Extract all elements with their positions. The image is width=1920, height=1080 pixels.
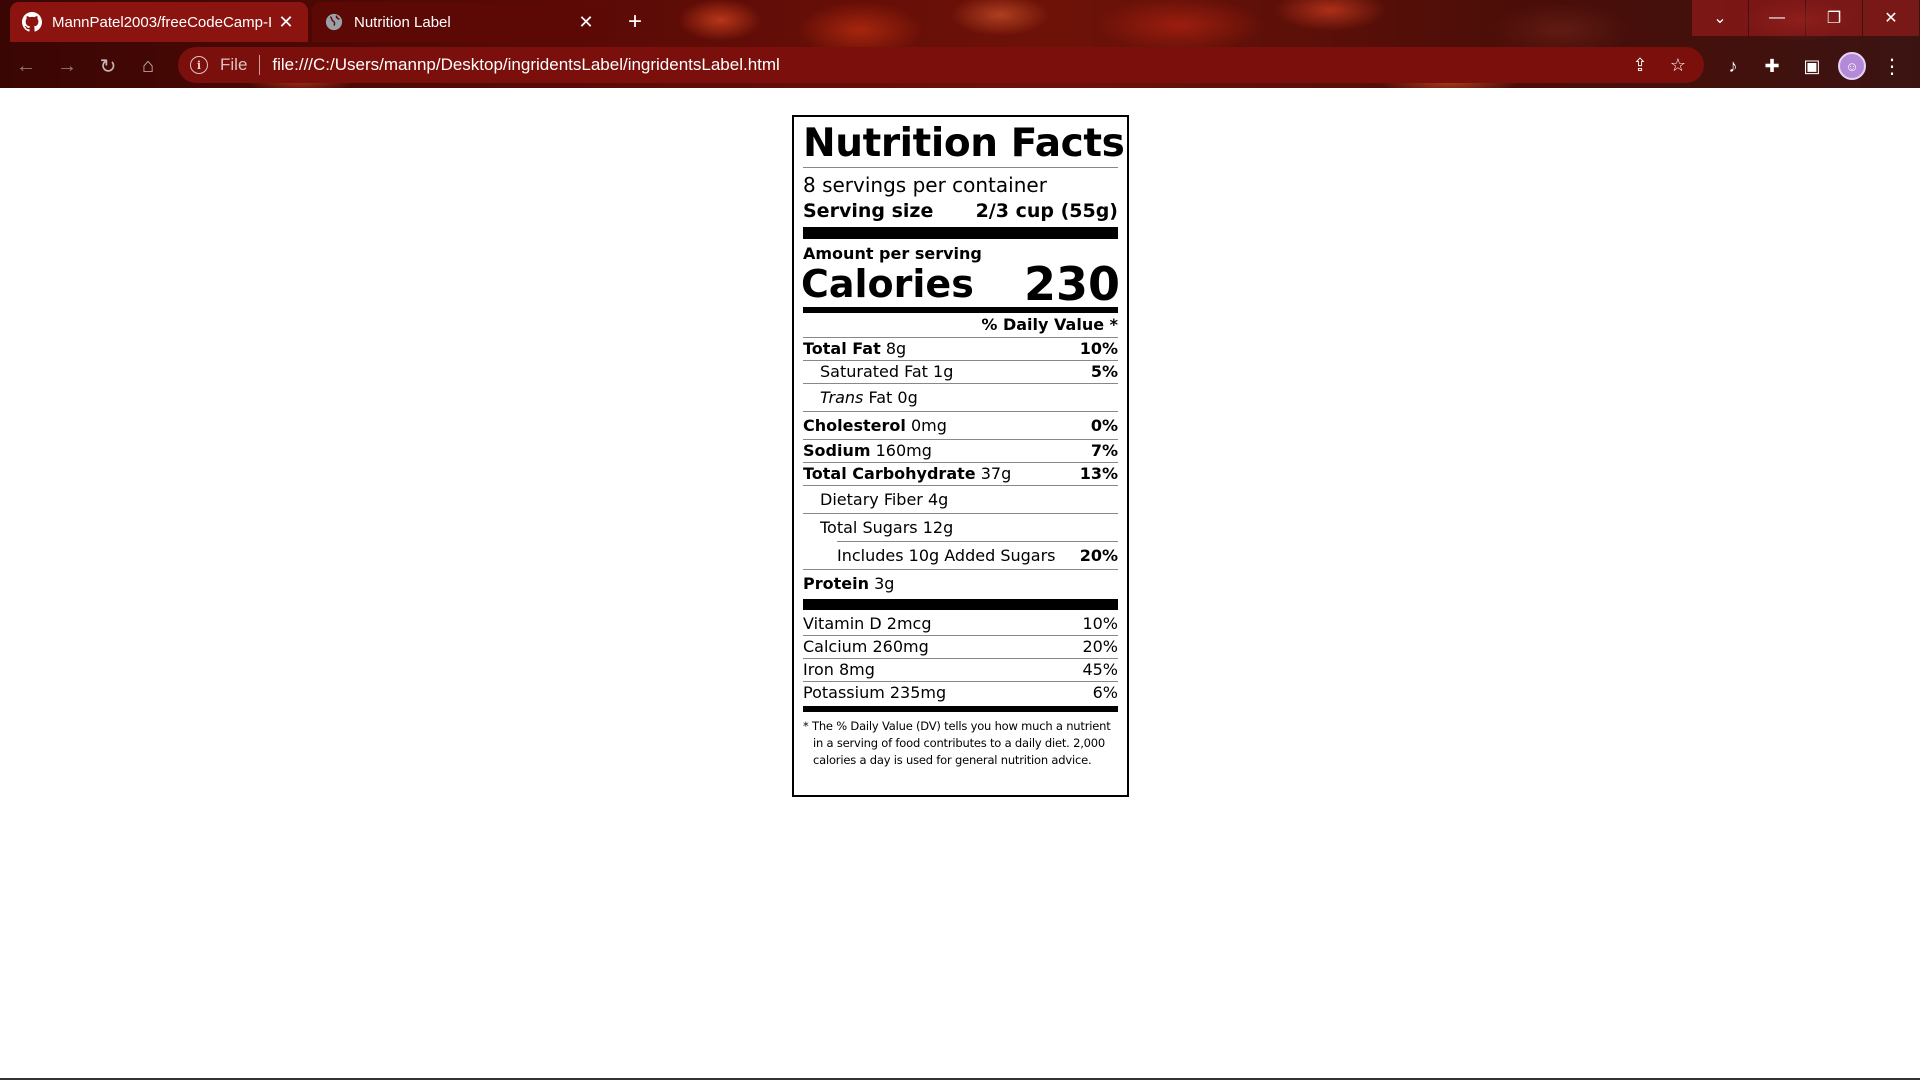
- new-tab-button[interactable]: +: [621, 8, 649, 36]
- nutrient-name: Trans: [820, 388, 864, 407]
- nutrient-name: Sodium: [803, 441, 871, 460]
- tab-nutrition-label[interactable]: Nutrition Label ✕: [312, 2, 608, 42]
- back-arrow-icon[interactable]: ←: [10, 50, 42, 82]
- vitamin-name: Iron 8mg: [803, 660, 875, 679]
- serving-size-value: 2/3 cup (55g): [975, 200, 1118, 222]
- nutrient-amount: 8g: [885, 339, 907, 358]
- divider: [803, 167, 1118, 168]
- nutrient-dv: 13%: [1079, 464, 1118, 483]
- address-bar[interactable]: i File file:///C:/Users/mannp/Desktop/in…: [178, 47, 1704, 83]
- bookmark-star-icon[interactable]: ☆: [1664, 51, 1692, 79]
- nutrient-row-trans-fat: Trans Fat 0g: [803, 384, 1118, 411]
- vitamin-dv: 6%: [1092, 683, 1118, 702]
- kebab-menu-icon[interactable]: ⋮: [1876, 50, 1908, 82]
- address-scheme-label: File: [220, 55, 248, 74]
- nutrition-label: Nutrition Facts 8 servings per container…: [792, 115, 1129, 797]
- browser-chrome: MannPatel2003/freeCodeCamp-I ✕ Nutrition…: [0, 0, 1920, 88]
- calories-label: Calories: [801, 262, 974, 306]
- vitamin-row-potassium: Potassium 235mg 6%: [803, 682, 1118, 704]
- nutrient-amount: 4g: [927, 490, 949, 509]
- tab-strip: MannPatel2003/freeCodeCamp-I ✕ Nutrition…: [0, 0, 1920, 42]
- info-icon[interactable]: i: [190, 56, 208, 74]
- side-panel-icon[interactable]: ▣: [1796, 50, 1828, 82]
- vitamin-name: Potassium 235mg: [803, 683, 947, 702]
- nutrient-dv: 10%: [1079, 339, 1118, 358]
- restore-icon[interactable]: ❐: [1806, 0, 1862, 36]
- globe-icon: [324, 12, 344, 32]
- tab-search-icon[interactable]: ⌄: [1692, 0, 1748, 36]
- vitamin-dv: 45%: [1082, 660, 1118, 679]
- nutrient-name: Total Fat: [803, 339, 881, 358]
- nutrient-amount: 160mg: [875, 441, 932, 460]
- nutrient-dv: 5%: [1090, 362, 1118, 381]
- vitamin-row-vitamin-d: Vitamin D 2mcg 10%: [803, 613, 1118, 635]
- toolbar: ← → ↻ ⌂ i File file:///C:/Users/mannp/De…: [0, 46, 1920, 86]
- home-icon[interactable]: ⌂: [132, 50, 164, 82]
- nutrient-amount: 3g: [874, 574, 895, 593]
- vitamin-dv: 20%: [1082, 637, 1118, 656]
- nutrient-row-protein: Protein 3g: [803, 570, 1118, 597]
- nutrient-row-total-sugars: Total Sugars 12g: [803, 514, 1118, 541]
- nutrient-name: Saturated Fat: [820, 362, 928, 381]
- daily-value-footnote: * The % Daily Value (DV) tells you how m…: [803, 719, 1111, 767]
- nutrient-amount: 0mg: [910, 416, 947, 435]
- nutrient-dv: 20%: [1079, 546, 1118, 565]
- vitamin-dv: 10%: [1082, 614, 1118, 633]
- nutrient-name: Dietary Fiber: [820, 490, 923, 509]
- forward-arrow-icon[interactable]: →: [51, 50, 83, 82]
- tab-title: Nutrition Label: [354, 13, 451, 31]
- address-url[interactable]: file:///C:/Users/mannp/Desktop/ingrident…: [272, 55, 1616, 75]
- nutrient-row-added-sugars: Includes 10g Added Sugars 20%: [803, 542, 1118, 569]
- nutrient-amount: 37g: [980, 464, 1012, 483]
- tab-title: MannPatel2003/freeCodeCamp-I: [52, 13, 273, 31]
- vitamin-row-iron: Iron 8mg 45%: [803, 659, 1118, 681]
- nutrient-row-dietary-fiber: Dietary Fiber 4g: [803, 486, 1118, 513]
- close-tab-icon[interactable]: ✕: [576, 12, 596, 32]
- vitamin-row-calcium: Calcium 260mg 20%: [803, 636, 1118, 658]
- vitamin-name: Vitamin D 2mcg: [803, 614, 932, 633]
- extension-icon[interactable]: ♪: [1717, 50, 1749, 82]
- nutrient-name: Total Sugars: [820, 518, 918, 537]
- medium-divider: [803, 706, 1118, 712]
- nutrient-dv: 0%: [1090, 416, 1118, 435]
- nutrient-row-total-fat: Total Fat 8g 10%: [803, 338, 1118, 360]
- nutrient-row-total-carbohydrate: Total Carbohydrate 37g 13%: [803, 463, 1118, 485]
- label-title: Nutrition Facts: [803, 121, 1125, 166]
- nutrient-row-saturated-fat: Saturated Fat 1g 5%: [803, 361, 1118, 383]
- github-icon: [22, 12, 42, 32]
- nutrient-amount: 0g: [897, 388, 918, 407]
- nutrient-amount: 12g: [922, 518, 954, 537]
- nutrient-amount: 1g: [933, 362, 954, 381]
- nutrient-name: Includes 10g Added Sugars: [837, 546, 1056, 565]
- calories-row: Calories 230: [801, 257, 1120, 311]
- close-tab-icon[interactable]: ✕: [276, 12, 296, 32]
- share-icon[interactable]: ⇪: [1626, 51, 1654, 79]
- puzzle-extensions-icon[interactable]: ✚: [1756, 50, 1788, 82]
- thick-divider: [803, 599, 1118, 610]
- serving-size-row: Serving size 2/3 cup (55g): [803, 198, 1118, 224]
- nutrient-name: Protein: [803, 574, 869, 593]
- vitamin-name: Calcium 260mg: [803, 637, 929, 656]
- nutrient-name-rest: Fat: [868, 388, 893, 407]
- minimize-icon[interactable]: —: [1749, 0, 1805, 36]
- nutrient-name: Total Carbohydrate: [803, 464, 976, 483]
- calories-value: 230: [1023, 257, 1120, 311]
- avatar-icon: ☺: [1838, 52, 1866, 80]
- nutrient-dv: 7%: [1090, 441, 1118, 460]
- profile-avatar[interactable]: ☺: [1836, 50, 1868, 82]
- address-separator: [259, 55, 261, 75]
- reload-icon[interactable]: ↻: [92, 50, 124, 82]
- nutrient-row-cholesterol: Cholesterol 0mg 0%: [803, 412, 1118, 439]
- nutrient-name: Cholesterol: [803, 416, 906, 435]
- serving-size-label: Serving size: [803, 200, 934, 222]
- nutrient-row-sodium: Sodium 160mg 7%: [803, 440, 1118, 462]
- tab-github-repo[interactable]: MannPatel2003/freeCodeCamp-I ✕: [10, 2, 308, 42]
- close-window-icon[interactable]: ✕: [1863, 0, 1919, 36]
- servings-per-container: 8 servings per container: [803, 173, 1047, 197]
- thick-divider: [803, 227, 1118, 239]
- daily-value-header: % Daily Value *: [981, 315, 1118, 334]
